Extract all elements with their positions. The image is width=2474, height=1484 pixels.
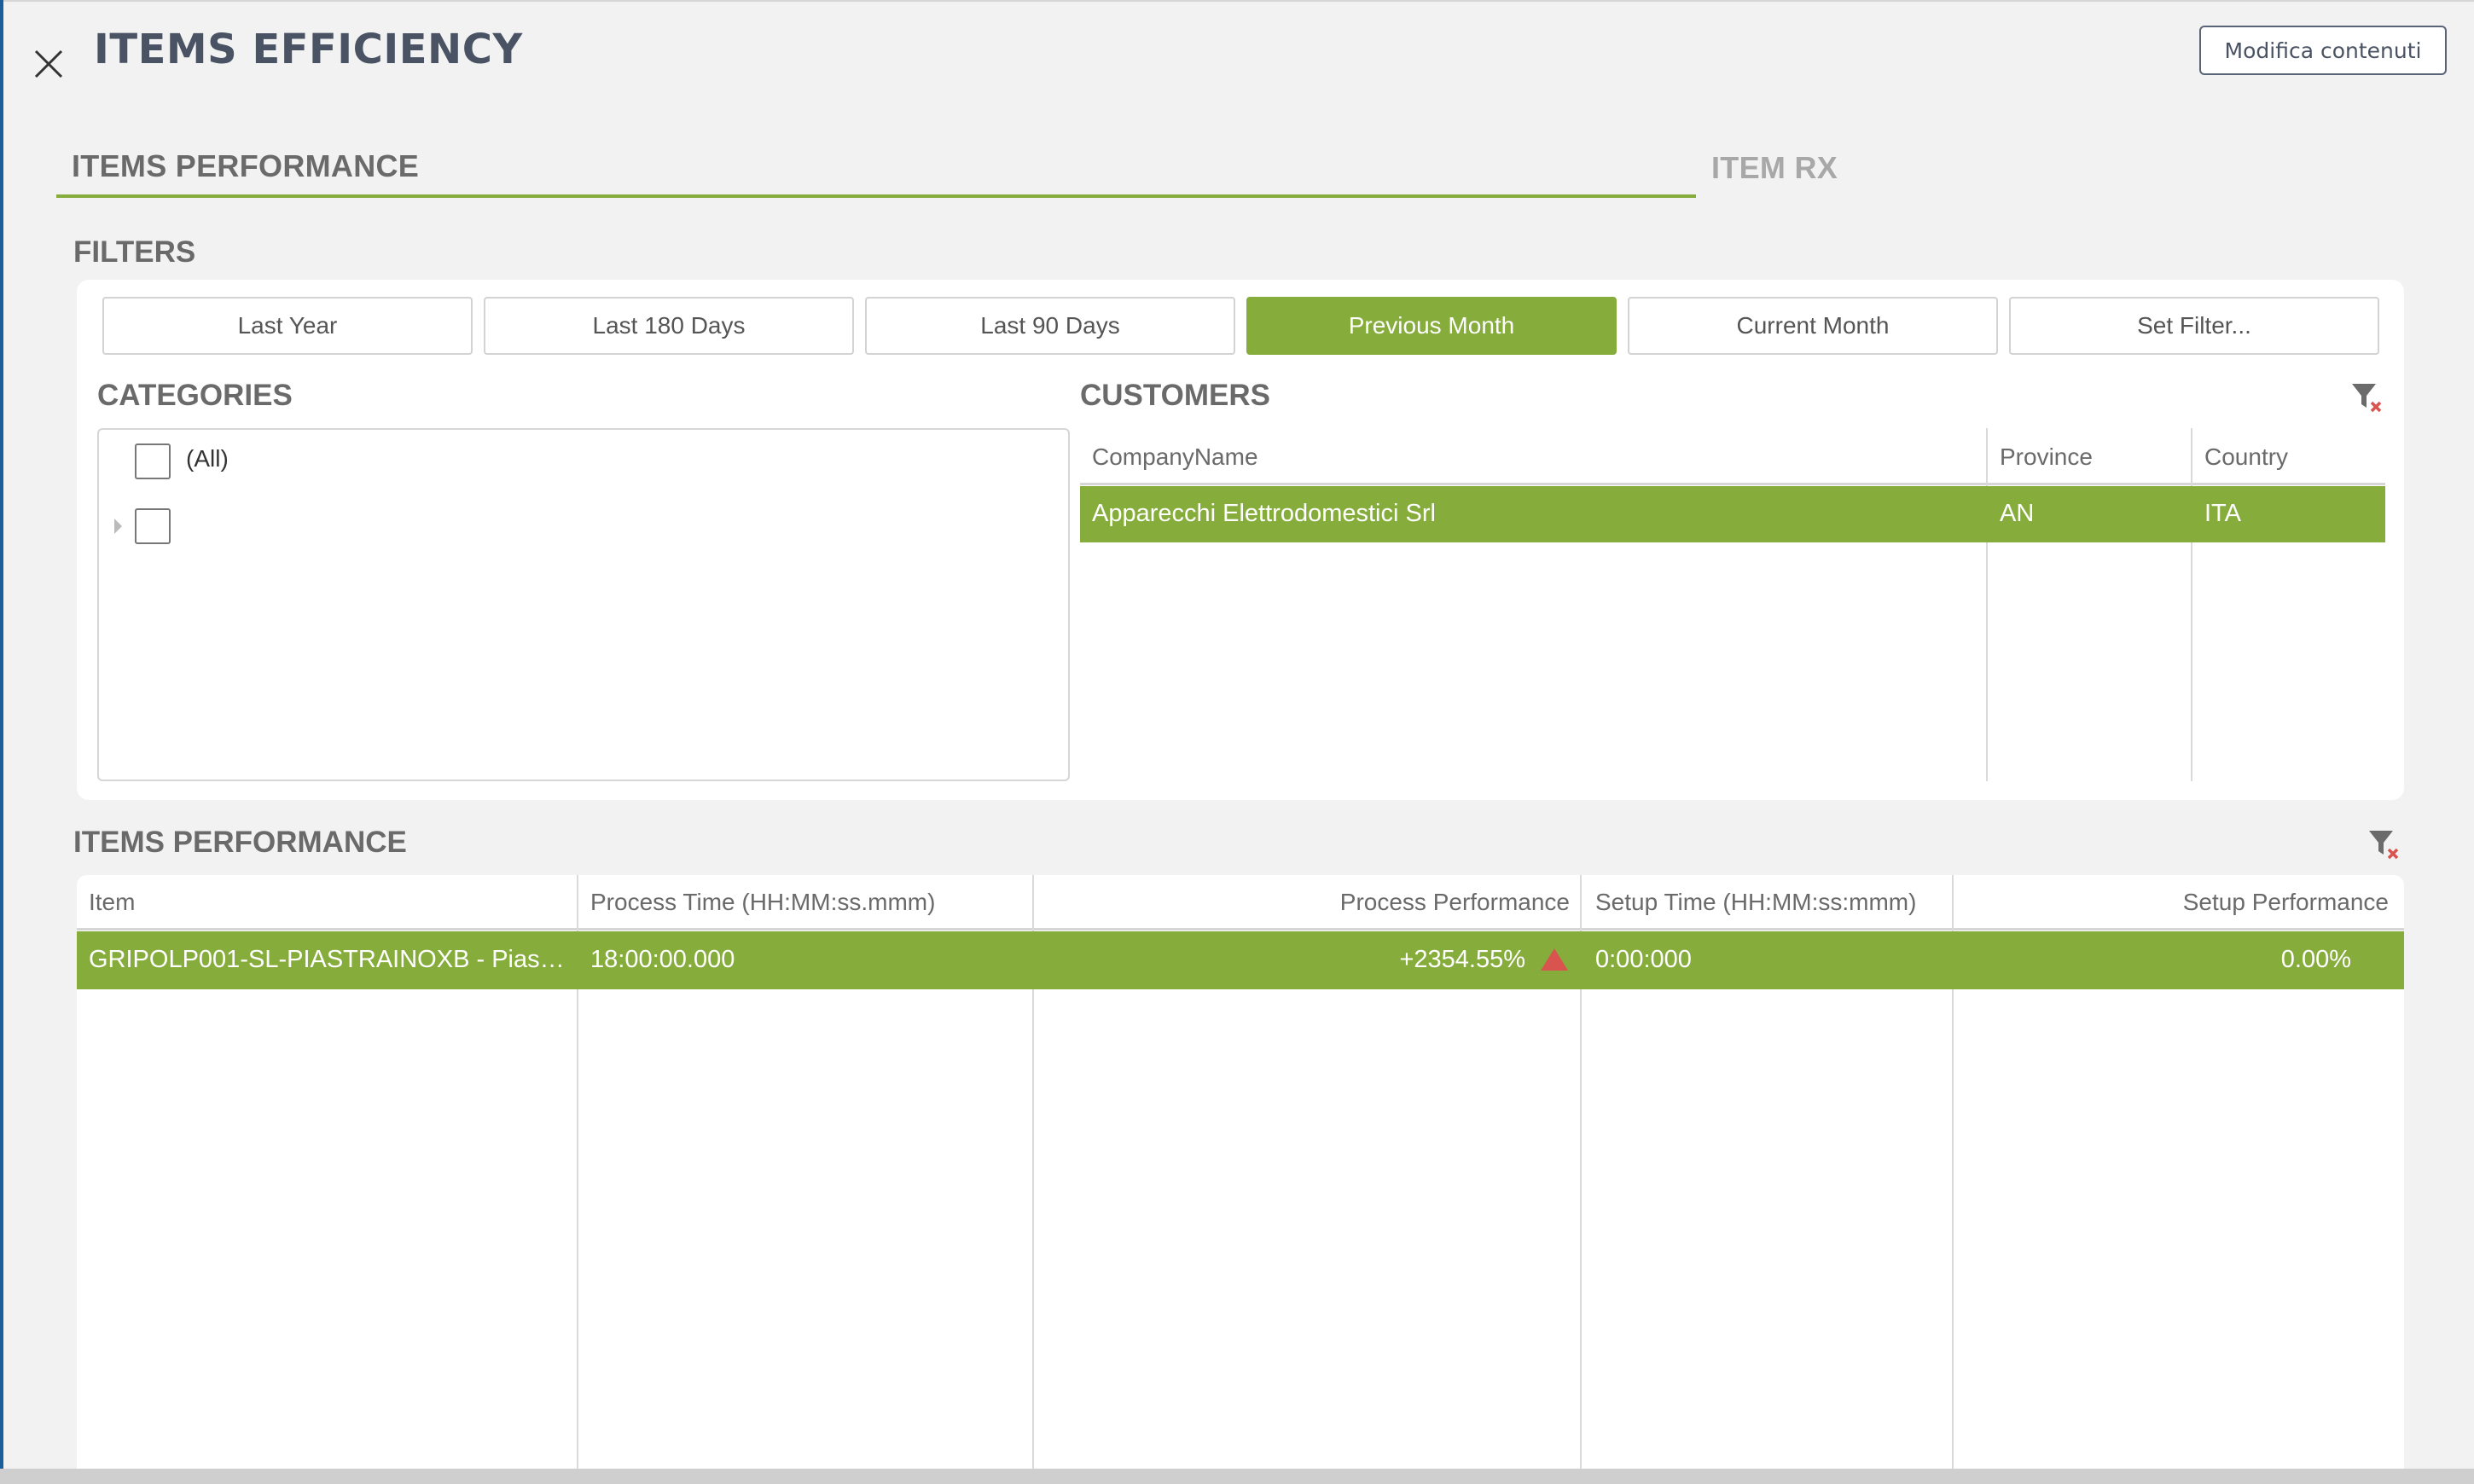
column-header-setup-time[interactable]: Setup Time (HH:MM:ss:mmm) — [1595, 889, 1916, 916]
range-last-180-days-button[interactable]: Last 180 Days — [484, 297, 854, 355]
cell-process-performance: +2354.55% — [1399, 946, 1525, 973]
column-header-country[interactable]: Country — [2204, 443, 2288, 471]
column-divider — [1986, 428, 1988, 781]
column-divider — [2191, 428, 2192, 781]
clear-filter-icon[interactable] — [2349, 380, 2384, 414]
customers-grid: CompanyName Province Country Apparecchi … — [1080, 428, 2385, 926]
edit-contents-button[interactable]: Modifica contenuti — [2199, 26, 2447, 75]
cell-province: AN — [2000, 500, 2035, 527]
up-triangle-icon — [1541, 948, 1568, 971]
cell-setup-performance: 0.00% — [2280, 946, 2351, 973]
column-header-companyname[interactable]: CompanyName — [1092, 443, 1258, 471]
range-last-90-days-button[interactable]: Last 90 Days — [865, 297, 1235, 355]
filters-panel: Last Year Last 180 Days Last 90 Days Pre… — [77, 280, 2404, 926]
cell-item: GRIPOLP001-SL-PIASTRAINOXB - Piastr… — [89, 946, 568, 973]
close-icon[interactable] — [29, 44, 68, 84]
range-last-year-button[interactable]: Last Year — [102, 297, 473, 355]
tab-items-performance[interactable]: ITEMS PERFORMANCE — [72, 148, 419, 184]
categories-title: CATEGORIES — [97, 379, 293, 412]
items-performance-title: ITEMS PERFORMANCE — [73, 826, 407, 859]
column-header-item[interactable]: Item — [89, 889, 135, 916]
filters-title: FILTERS — [73, 235, 196, 269]
header-divider — [77, 928, 2404, 930]
set-filter-button[interactable]: Set Filter... — [2009, 297, 2379, 355]
items-performance-grid: Item Process Time (HH:MM:ss.mmm) Process… — [77, 875, 2404, 1470]
tab-item-rx[interactable]: ITEM RX — [1711, 150, 1838, 186]
expand-arrow-icon[interactable] — [114, 519, 122, 534]
cell-country: ITA — [2204, 500, 2241, 527]
column-header-process-performance[interactable]: Process Performance — [1049, 889, 1570, 916]
category-label-all: (All) — [186, 445, 229, 472]
cell-process-time: 18:00:00.000 — [590, 946, 735, 973]
dialog-title: ITEMS EFFICIENCY — [94, 26, 523, 73]
dialog-bottom-edge — [0, 1469, 2474, 1484]
cell-setup-time: 0:00:000 — [1595, 946, 1692, 973]
cell-company: Apparecchi Elettrodomestici Srl — [1092, 500, 1436, 527]
column-header-process-time[interactable]: Process Time (HH:MM:ss.mmm) — [590, 889, 935, 916]
column-header-province[interactable]: Province — [2000, 443, 2093, 471]
items-efficiency-dialog: ITEMS EFFICIENCY Modifica contenuti ITEM… — [3, 0, 2474, 1470]
category-checkbox-all[interactable] — [135, 443, 171, 479]
column-header-setup-performance[interactable]: Setup Performance — [1971, 889, 2389, 916]
header-divider — [1080, 483, 2385, 485]
range-previous-month-button[interactable]: Previous Month — [1246, 297, 1617, 355]
table-row[interactable]: Apparecchi Elettrodomestici Srl AN ITA — [1080, 486, 2385, 542]
category-checkbox[interactable] — [135, 508, 171, 544]
categories-tree: (All) — [97, 428, 1070, 781]
clear-filter-icon[interactable] — [2367, 827, 2401, 861]
customers-title: CUSTOMERS — [1080, 379, 1270, 412]
active-tab-indicator — [56, 194, 1696, 198]
range-current-month-button[interactable]: Current Month — [1628, 297, 1998, 355]
table-row[interactable]: GRIPOLP001-SL-PIASTRAINOXB - Piastr… 18:… — [77, 931, 2404, 989]
